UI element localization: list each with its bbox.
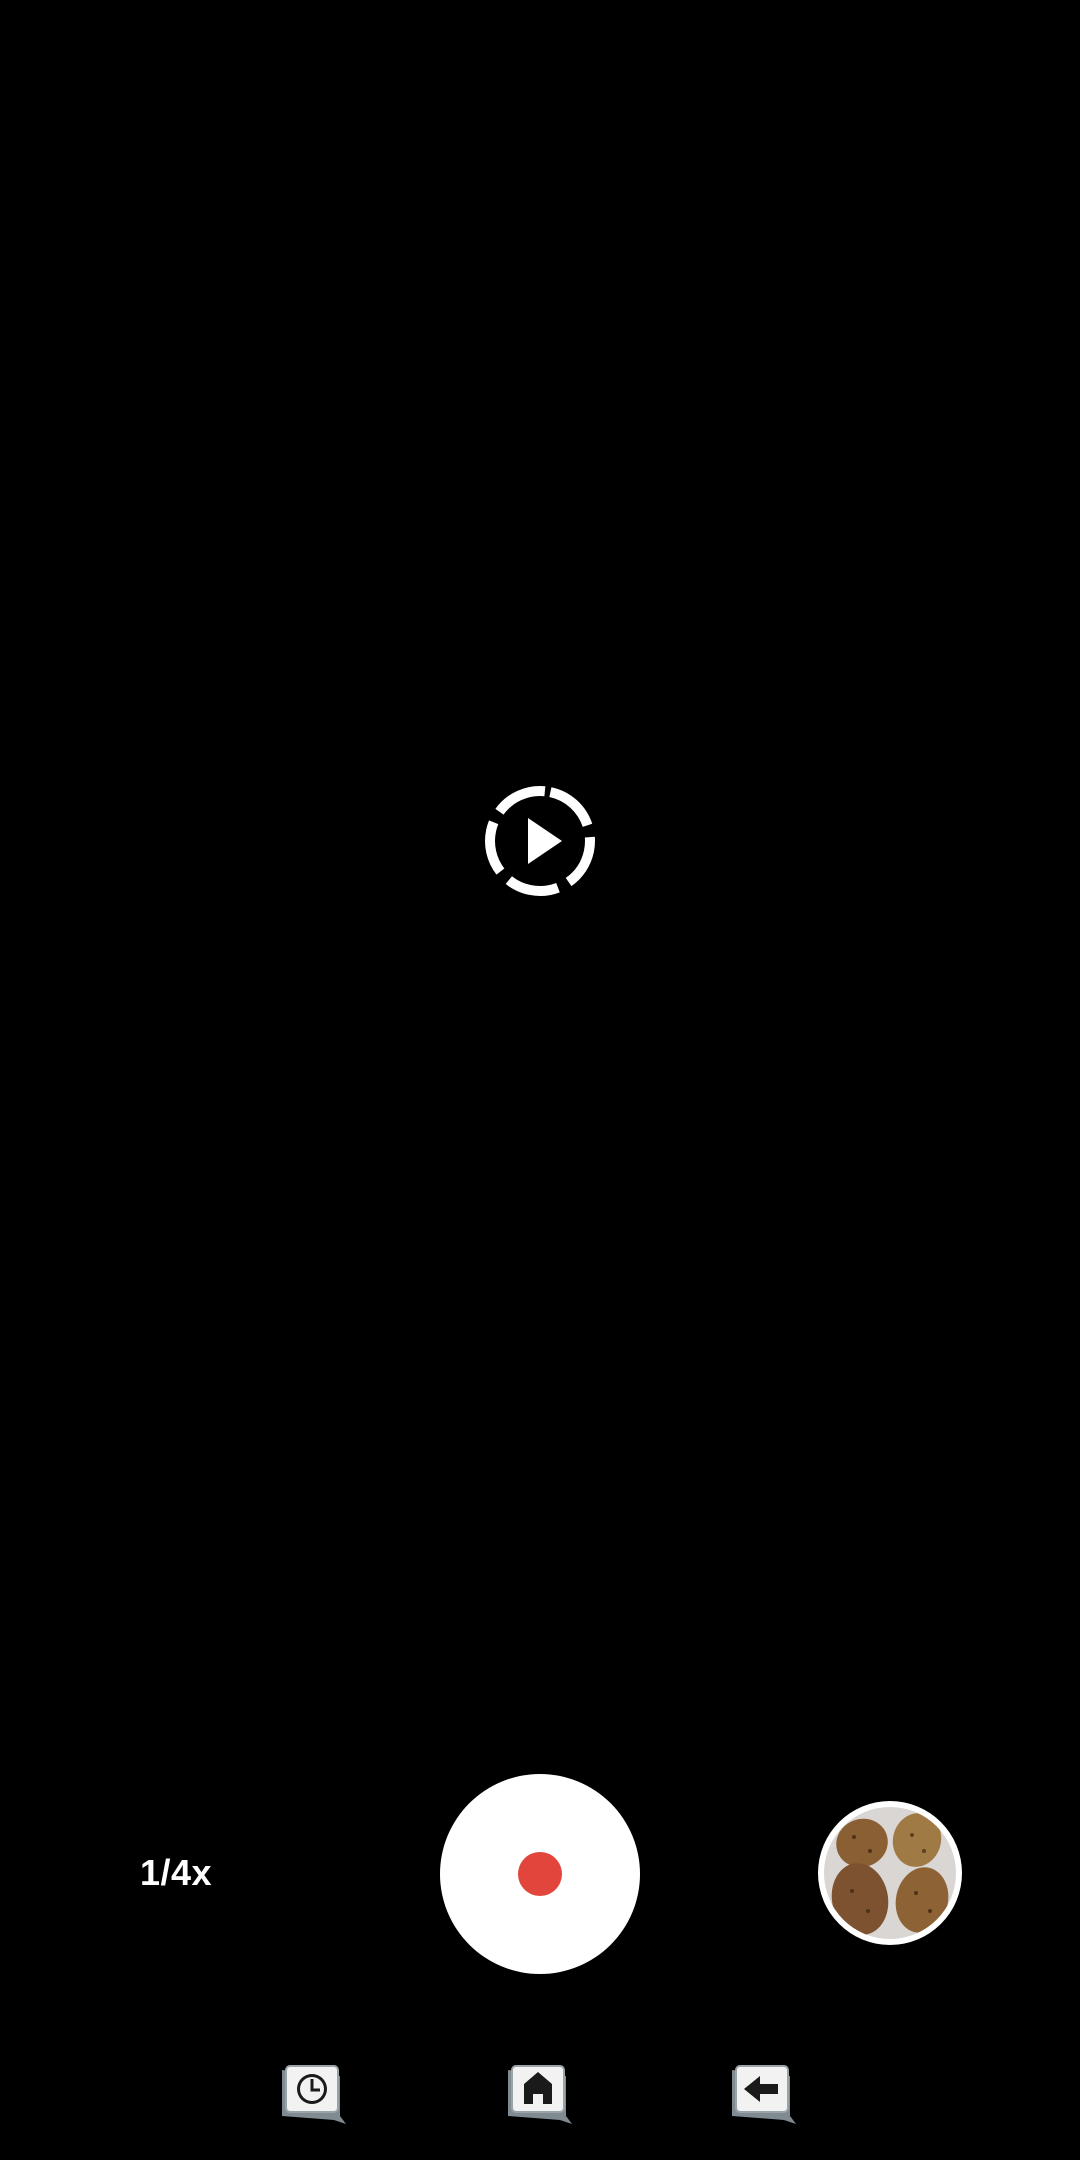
back-button[interactable] [726,2060,802,2126]
record-button[interactable] [440,1774,640,1974]
recent-apps-button[interactable] [276,2060,352,2126]
last-capture-thumbnail[interactable] [818,1801,962,1945]
record-dot-icon [518,1852,562,1896]
recent-apps-icon [282,2065,346,2124]
home-icon [508,2065,572,2124]
slow-motion-speed-label[interactable]: 1/4x [140,1848,260,1898]
home-button[interactable] [502,2060,578,2126]
back-icon [732,2065,796,2124]
slow-motion-play-icon [485,786,595,896]
potatoes-thumbnail-image [824,1807,956,1939]
camera-viewfinder[interactable] [0,0,1080,1740]
